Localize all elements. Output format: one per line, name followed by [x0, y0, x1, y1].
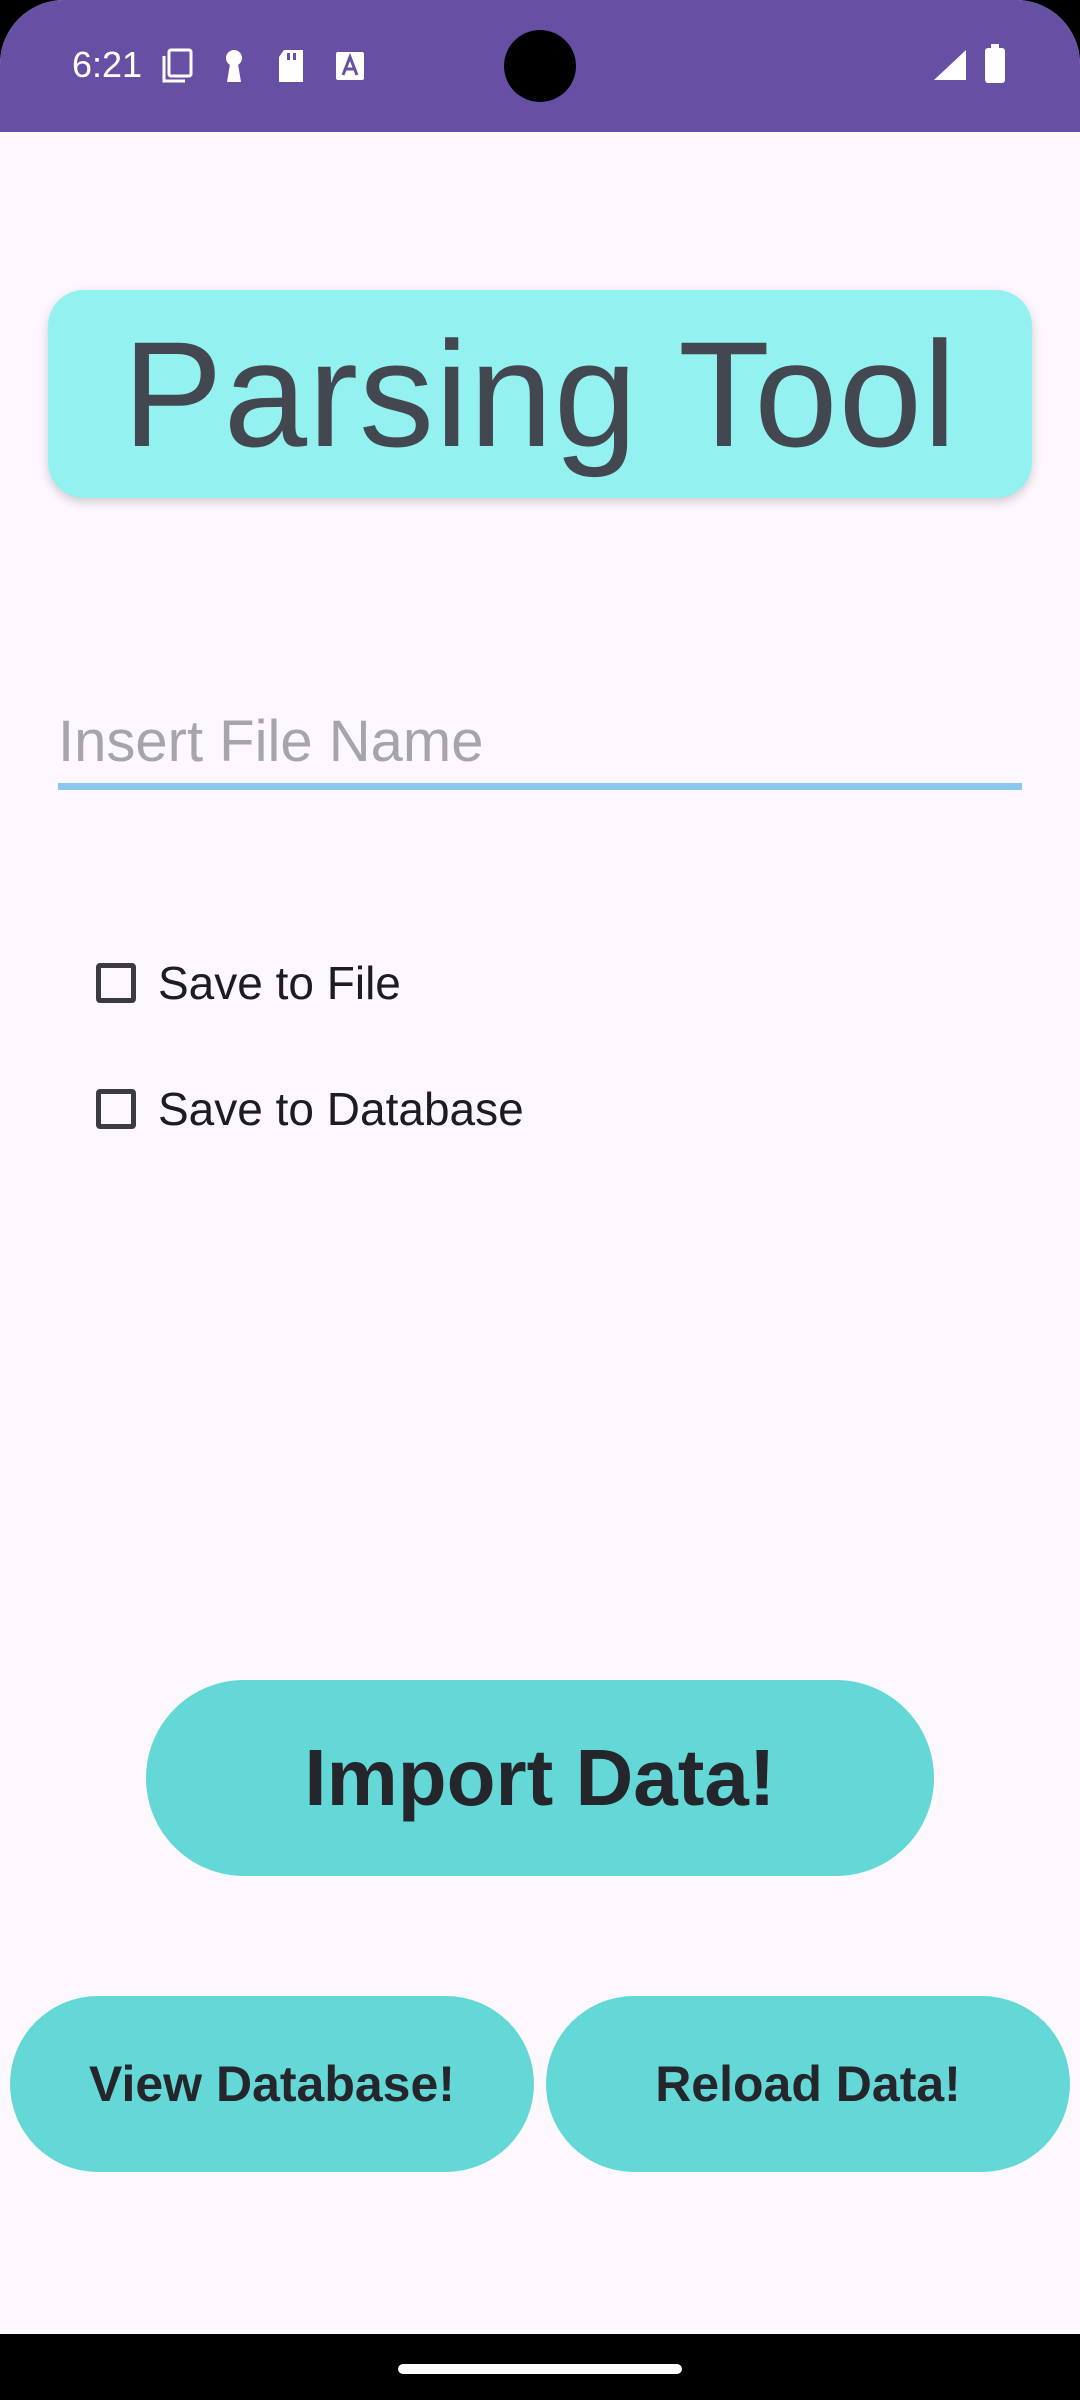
title-card: Parsing Tool — [48, 290, 1032, 498]
battery-icon — [985, 44, 1005, 83]
font-a-icon — [336, 52, 364, 80]
signal-icon — [934, 50, 966, 80]
app-screen: 6:21 Parsing Tool Insert File Name Save … — [0, 0, 1080, 2334]
save-to-file-option[interactable]: Save to File — [96, 953, 401, 1013]
save-to-database-checkbox[interactable] — [96, 1089, 136, 1129]
import-data-button[interactable]: Import Data! — [146, 1680, 934, 1876]
page-title: Parsing Tool — [122, 309, 958, 478]
status-bar: 6:21 — [0, 0, 1080, 132]
home-indicator[interactable] — [398, 2364, 682, 2374]
status-time: 6:21 — [72, 44, 143, 85]
reload-data-button[interactable]: Reload Data! — [546, 1996, 1070, 2172]
save-to-file-label: Save to File — [158, 957, 401, 1009]
view-database-button[interactable]: View Database! — [10, 1996, 534, 2172]
save-to-database-label: Save to Database — [158, 1083, 524, 1135]
sd-card-icon — [279, 50, 303, 82]
keyhole-icon — [226, 50, 242, 82]
save-to-database-option[interactable]: Save to Database — [96, 1079, 524, 1139]
file-name-input[interactable] — [58, 700, 1022, 790]
copy-icon — [162, 48, 193, 83]
camera-cutout — [504, 30, 576, 102]
save-to-file-checkbox[interactable] — [96, 963, 136, 1003]
